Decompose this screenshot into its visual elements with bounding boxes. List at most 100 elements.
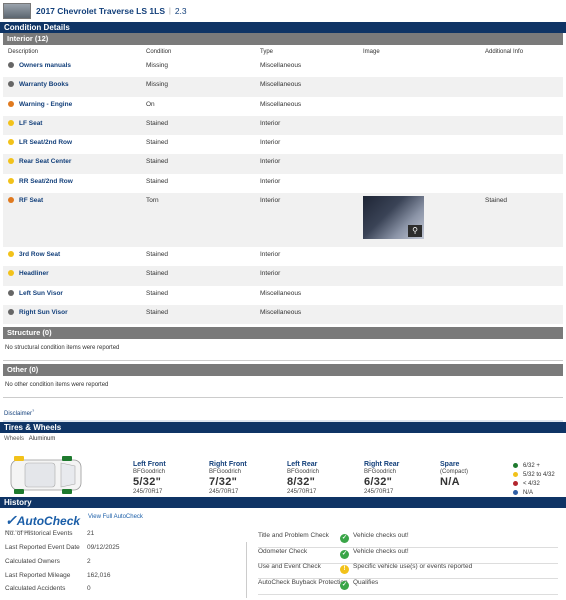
item-link[interactable]: Left Sun Visor bbox=[19, 290, 63, 297]
tire-tread: 5/32" bbox=[133, 476, 162, 489]
structure-section-header[interactable]: Structure (0) bbox=[3, 327, 563, 340]
row-description: Headliner bbox=[3, 266, 141, 285]
tire-tread: 8/32" bbox=[287, 476, 316, 489]
row-info bbox=[480, 305, 563, 324]
other-note: No other condition items were reported bbox=[5, 382, 109, 389]
vehicle-thumbnail[interactable] bbox=[3, 3, 31, 19]
tire-position: Left Front bbox=[133, 461, 166, 469]
tire-left-front: Left Front BFGoodrich 5/32" 245/70R17 bbox=[133, 461, 166, 495]
wheels-info: Wheels Aluminum bbox=[0, 433, 566, 445]
row-info bbox=[480, 154, 563, 173]
table-row: Owners manuals Missing Miscellaneous bbox=[3, 58, 563, 77]
row-condition: Missing bbox=[146, 81, 169, 89]
legend-dot-icon bbox=[513, 481, 518, 487]
check-label: AutoCheck Buyback Protection bbox=[258, 578, 348, 586]
row-description: Left Sun Visor bbox=[3, 286, 141, 305]
col-additional-info: Additional Info bbox=[485, 48, 524, 55]
row-type: Interior bbox=[260, 251, 281, 259]
alert-circle-icon: ! bbox=[340, 565, 349, 575]
check-row: Use and Event Check ! Specific vehicle use… bbox=[258, 563, 558, 580]
item-link[interactable]: RF Seat bbox=[19, 197, 43, 204]
row-description: LR Seat/2nd Row bbox=[3, 135, 141, 154]
vehicle-title: 2017 Chevrolet Traverse LS 1LS bbox=[36, 6, 165, 16]
item-link[interactable]: LR Seat/2nd Row bbox=[19, 139, 72, 146]
item-link[interactable]: Owners manuals bbox=[19, 62, 71, 69]
tire-legend: 6/32 +5/32 to 4/32 < 4/32 N/A bbox=[513, 462, 555, 498]
other-section-header[interactable]: Other (0) bbox=[3, 364, 563, 377]
history-value: 09/12/2025 bbox=[87, 544, 120, 552]
row-condition: Torn bbox=[146, 197, 159, 205]
severity-dot-icon bbox=[8, 251, 14, 258]
row-type: Interior bbox=[260, 139, 281, 147]
item-link[interactable]: LF Seat bbox=[19, 120, 42, 127]
check-row: Title and Problem Check ✓ Vehicle checks o… bbox=[258, 532, 558, 549]
check-label: Odometer Check bbox=[258, 547, 308, 555]
severity-dot-icon bbox=[8, 270, 14, 277]
check-result: ✓ Qualifies bbox=[340, 578, 379, 590]
history-label: Calculated Accidents bbox=[5, 585, 66, 593]
tire-left-rear: Left Rear BFGoodrich 8/32" 245/70R17 bbox=[287, 461, 319, 495]
condition-grade: 2.3 bbox=[174, 6, 187, 16]
tire-brand: BFGoodrich bbox=[133, 469, 166, 476]
row-condition: Stained bbox=[146, 119, 169, 127]
history-row: No. of Historical Events 21 bbox=[5, 530, 225, 537]
history-value: 162,016 bbox=[87, 571, 111, 579]
tire-size: 245/70R17 bbox=[287, 489, 317, 496]
row-image bbox=[358, 154, 480, 173]
tire-tread: 7/32" bbox=[209, 476, 238, 489]
row-condition: Stained bbox=[146, 270, 169, 278]
vehicle-header: 2017 Chevrolet Traverse LS 1LS | 2.3 bbox=[0, 0, 566, 22]
item-link[interactable]: 3rd Row Seat bbox=[19, 251, 60, 258]
row-condition: On bbox=[146, 100, 155, 108]
tire-brand: BFGoodrich bbox=[287, 469, 320, 476]
history-label: Last Reported Event Date bbox=[5, 544, 80, 552]
car-diagram-icon bbox=[10, 456, 82, 495]
severity-dot-icon bbox=[8, 197, 14, 204]
disclaimer-link[interactable]: Disclaimer? bbox=[0, 398, 566, 420]
row-type: Interior bbox=[260, 119, 281, 127]
row-description: Owners manuals bbox=[3, 58, 141, 77]
item-link[interactable]: Headliner bbox=[19, 270, 49, 277]
row-info: Stained bbox=[485, 197, 508, 205]
history-divider bbox=[246, 542, 247, 599]
history-row: Last Reported Event Date 09/12/2025 bbox=[5, 544, 225, 551]
history-label: No. of Historical Events bbox=[5, 530, 73, 538]
item-link[interactable]: Warning - Engine bbox=[19, 101, 72, 108]
item-link[interactable]: Rear Seat Center bbox=[19, 158, 71, 165]
item-link[interactable]: RR Seat/2nd Row bbox=[19, 178, 73, 185]
col-type: Type bbox=[260, 48, 274, 55]
item-link[interactable]: Right Sun Visor bbox=[19, 309, 68, 316]
row-info bbox=[480, 97, 563, 116]
row-type: Miscellaneous bbox=[260, 289, 302, 297]
row-info bbox=[480, 77, 563, 96]
check-result: ✓ Vehicle checks out! bbox=[340, 532, 409, 544]
row-condition: Stained bbox=[146, 308, 169, 316]
damage-photo[interactable]: ⚲ bbox=[363, 196, 424, 240]
row-image bbox=[358, 266, 480, 285]
row-image: ⚲ bbox=[358, 193, 480, 247]
check-circle-icon: ✓ bbox=[340, 580, 349, 590]
zoom-icon[interactable]: ⚲ bbox=[408, 225, 422, 238]
interior-section-header[interactable]: Interior (12) bbox=[3, 33, 563, 45]
item-link[interactable]: Warranty Books bbox=[19, 81, 69, 88]
row-image bbox=[358, 135, 480, 154]
row-image bbox=[358, 58, 480, 77]
tire-note: (Compact) bbox=[440, 469, 469, 476]
severity-dot-icon bbox=[8, 158, 14, 165]
severity-dot-icon bbox=[8, 139, 14, 146]
view-full-autocheck-link[interactable]: View Full AutoCheck bbox=[88, 514, 143, 520]
row-condition: Stained bbox=[146, 251, 169, 259]
check-row: AutoCheck Buyback Protection ✓ Qualifies bbox=[258, 579, 558, 595]
history-row: Calculated Owners 2 bbox=[5, 558, 225, 565]
tires-section: Wheels Aluminum Left Front BFGoodrich 5/32… bbox=[0, 433, 566, 497]
row-description: LF Seat bbox=[3, 116, 141, 135]
row-image bbox=[358, 305, 480, 324]
check-circle-icon: ✓ bbox=[340, 534, 349, 544]
severity-dot-icon bbox=[8, 81, 14, 88]
history-row: Last Reported Mileage 162,016 bbox=[5, 572, 225, 579]
row-description: Right Sun Visor bbox=[3, 305, 141, 324]
row-condition: Stained bbox=[146, 158, 169, 166]
history-value: 0 bbox=[87, 585, 91, 593]
row-image bbox=[358, 77, 480, 96]
table-row: LR Seat/2nd Row Stained Interior bbox=[3, 135, 563, 154]
